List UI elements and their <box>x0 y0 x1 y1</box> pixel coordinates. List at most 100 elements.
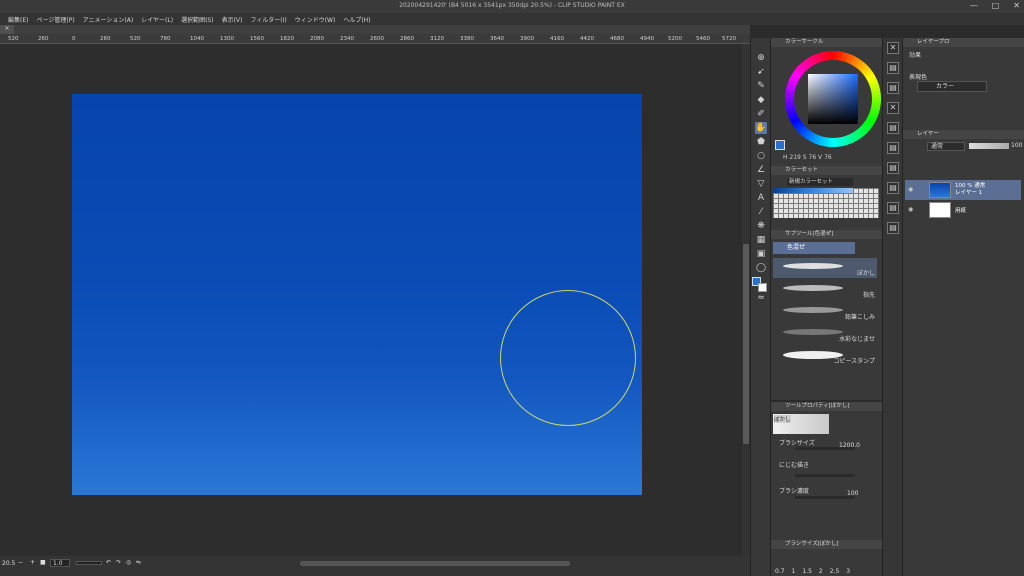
horizontal-scrollbar[interactable] <box>300 561 570 566</box>
current-color-swatch[interactable] <box>775 140 785 150</box>
flip-icon[interactable]: ⇋ <box>136 559 141 566</box>
material-panel-icon[interactable]: ▤ <box>887 222 899 234</box>
info-icon[interactable]: ▤ <box>887 202 899 214</box>
layer-thumbnail <box>929 182 951 198</box>
canvas-area[interactable] <box>0 44 742 556</box>
color-wheel[interactable] <box>785 51 881 147</box>
history-icon[interactable]: ▤ <box>887 142 899 154</box>
subtool-item[interactable]: コピースタンプ <box>773 346 877 366</box>
layer-row[interactable]: ◉ 100 % 通常 レイヤー 1 <box>905 180 1021 200</box>
text-tool-icon[interactable]: A <box>755 192 767 204</box>
brush-size-header[interactable]: ブラシサイズ[ぼかし] <box>771 540 882 549</box>
auto-action-icon[interactable]: ✕ <box>887 102 899 114</box>
subtool-item[interactable]: 水彩なじませ <box>773 324 877 344</box>
menu-page[interactable]: ページ管理(P) <box>32 15 78 24</box>
frame-tool-icon[interactable]: ▦ <box>755 234 767 246</box>
menu-view[interactable]: 表示(V) <box>218 15 247 24</box>
item-bank-icon[interactable]: ▤ <box>887 122 899 134</box>
menu-filter[interactable]: フィルター(I) <box>246 15 290 24</box>
canvas-tab-close[interactable]: × <box>0 25 14 34</box>
balloon-tool-icon[interactable]: ◯ <box>755 262 767 274</box>
minimize-button[interactable]: — <box>970 1 978 10</box>
size-preset[interactable]: 1 <box>792 568 796 575</box>
tool-property-header[interactable]: ツールプロパティ[ぼかし] <box>771 402 882 411</box>
line-tool-icon[interactable]: ∠ <box>755 164 767 176</box>
blur-slider[interactable] <box>795 474 855 477</box>
layer-panel: レイヤー 通常 100 ◉ 100 % 通常 レイヤー 1 ◉ 用紙 <box>902 130 1024 576</box>
subtool-item[interactable]: 指先 <box>773 280 877 300</box>
layer-search-icon[interactable]: ▤ <box>887 162 899 174</box>
size-preset[interactable]: 0.7 <box>775 568 785 575</box>
pen-tool-icon[interactable]: ✎ <box>755 80 767 92</box>
size-preset[interactable]: 2 <box>819 568 823 575</box>
operation-tool-icon[interactable]: ➹ <box>755 66 767 78</box>
rotation-slider[interactable] <box>76 561 102 565</box>
color-set-header[interactable]: カラーセット <box>771 166 882 175</box>
zoom-in-button[interactable]: + <box>30 559 35 566</box>
vertical-scrollbar[interactable] <box>742 44 750 556</box>
color-wheel-header[interactable]: カラーサークル <box>771 38 882 47</box>
animation-icon[interactable]: ▤ <box>887 182 899 194</box>
decoration-tool-icon[interactable]: ❋ <box>755 220 767 232</box>
ruler-tick: 4160 <box>550 36 564 42</box>
density-slider[interactable] <box>795 496 855 499</box>
layer-panel-header[interactable]: レイヤー <box>903 130 1024 139</box>
display-color-dropdown[interactable]: カラー <box>917 81 987 92</box>
fill-tool-icon[interactable]: ⬟ <box>755 136 767 148</box>
menu-help[interactable]: ヘルプ(H) <box>339 15 374 24</box>
layer-row[interactable]: ◉ 用紙 <box>905 200 1021 220</box>
opacity-value[interactable]: 100 <box>1011 142 1022 149</box>
eraser-tool-icon[interactable]: ◆ <box>755 94 767 106</box>
transparent-color-icon[interactable]: ≈ <box>755 292 767 304</box>
saturation-value-square[interactable] <box>808 74 858 124</box>
size-preset[interactable]: 1.5 <box>802 568 812 575</box>
zoom-out-button[interactable]: − <box>18 559 23 566</box>
eye-icon[interactable]: ◉ <box>908 186 913 193</box>
subtool-item[interactable]: ぼかし <box>773 258 877 278</box>
color-set-selector[interactable]: 新規カラーセット <box>787 178 853 186</box>
menu-window[interactable]: ウィンドウ(W) <box>291 15 340 24</box>
navigator-icon[interactable]: ✕ <box>887 42 899 54</box>
subview-icon[interactable]: ▤ <box>887 62 899 74</box>
menu-layer[interactable]: レイヤー(L) <box>137 15 177 24</box>
subtool-label: ぼかし <box>856 270 875 277</box>
sub-color-swatch[interactable] <box>758 283 767 292</box>
menu-edit[interactable]: 編集(E) <box>4 15 32 24</box>
blend-mode-dropdown[interactable]: 通常 <box>927 142 965 151</box>
zoom-tool-icon[interactable]: ⊕ <box>755 52 767 64</box>
size-preset[interactable]: 3 <box>846 568 850 575</box>
blend-tool-icon[interactable]: ✋ <box>755 122 767 134</box>
menu-animation[interactable]: アニメーション(A) <box>79 15 138 24</box>
subtool-group-tab[interactable]: 色混ぜ <box>773 242 855 254</box>
gradient-tool-icon[interactable]: ▽ <box>755 178 767 190</box>
density-value[interactable]: 100 <box>847 490 858 497</box>
shape-tool-icon[interactable]: ○ <box>755 150 767 162</box>
zoom-level[interactable]: 20.5 <box>2 560 15 567</box>
scroll-thumb[interactable] <box>743 244 749 444</box>
eye-icon[interactable]: ◉ <box>908 206 913 213</box>
maximize-button[interactable]: □ <box>992 1 1000 10</box>
fit-icon[interactable]: ■ <box>40 559 46 566</box>
brush-stroke-preview <box>783 307 843 313</box>
rotation-angle[interactable]: 1.0 <box>50 559 70 567</box>
brush-size-value[interactable]: 1200.0 <box>839 442 860 449</box>
value-value: 76 <box>824 154 832 161</box>
rotate-right-icon[interactable]: ↷ <box>116 559 121 566</box>
panel-tool-icon[interactable]: ▣ <box>755 248 767 260</box>
size-preset[interactable]: 2.5 <box>830 568 840 575</box>
close-button[interactable]: ✕ <box>1013 1 1020 10</box>
ruler-tick: 0 <box>72 36 76 42</box>
brush-tool-icon[interactable]: ✐ <box>755 108 767 120</box>
material-icon[interactable]: ▤ <box>887 82 899 94</box>
subtool-header[interactable]: サブツール[色混ぜ] <box>771 230 882 239</box>
color-set-grid[interactable] <box>773 188 879 218</box>
eyedropper-tool-icon[interactable]: ⁄ <box>755 206 767 218</box>
layer-property-header[interactable]: レイヤープロ <box>903 38 1024 47</box>
reset-rotation-icon[interactable]: ◎ <box>126 559 131 566</box>
menu-selection[interactable]: 選択範囲(S) <box>177 15 218 24</box>
color-set-row[interactable] <box>773 188 853 193</box>
opacity-slider[interactable] <box>969 143 1009 149</box>
rotate-left-icon[interactable]: ↶ <box>106 559 111 566</box>
subtool-item[interactable]: 鉛筆こしみ <box>773 302 877 322</box>
saturation-value: 76 <box>808 154 817 161</box>
